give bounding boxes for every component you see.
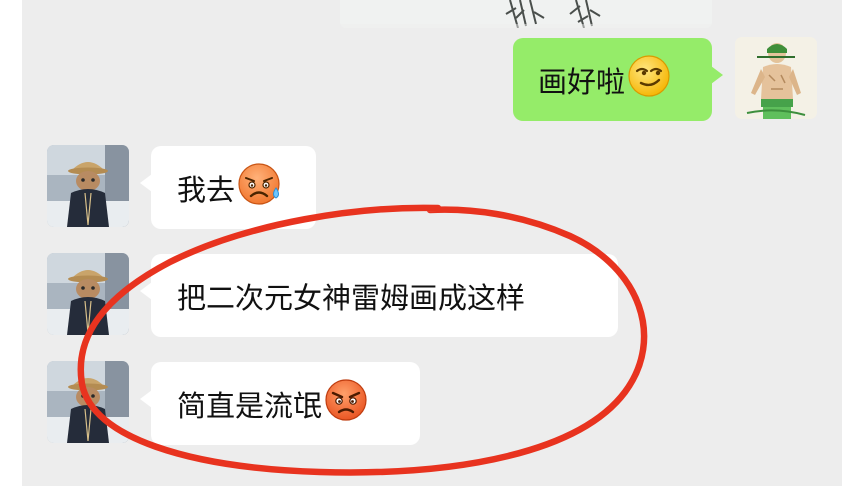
chat-message-list[interactable]: 画好啦 我去 把二次元女神雷姆画成这样 简直是流氓: [22, 0, 842, 486]
friend-avatar[interactable]: [47, 253, 129, 335]
angry-emoji: [324, 378, 368, 429]
cat-with-straw-hat-avatar: [47, 145, 129, 227]
bubble-tail: [140, 282, 152, 300]
chat-screen: 画好啦 我去 把二次元女神雷姆画成这样 简直是流氓: [0, 0, 864, 486]
friend-avatar[interactable]: [47, 145, 129, 227]
anguished-sweat-emoji: [237, 162, 283, 213]
incoming-message-bubble[interactable]: 把二次元女神雷姆画成这样: [140, 254, 618, 337]
friend-avatar[interactable]: [47, 361, 129, 443]
bubble-tail: [140, 174, 152, 192]
smirk-emoji: [627, 54, 671, 105]
bubble-tail: [711, 66, 723, 84]
incoming-message-bubble[interactable]: 我去: [140, 146, 316, 229]
swordsman-drawing-avatar: [735, 37, 817, 119]
sketch-image: [340, 0, 712, 28]
image-message[interactable]: [340, 0, 712, 28]
incoming-message-bubble[interactable]: 简直是流氓: [140, 362, 420, 445]
cat-with-straw-hat-avatar: [47, 361, 129, 443]
message-text: 把二次元女神雷姆画成这样: [177, 280, 526, 315]
cat-with-straw-hat-avatar: [47, 253, 129, 335]
bubble-tail: [140, 390, 152, 408]
message-text: 我去: [177, 172, 236, 207]
outgoing-message-bubble[interactable]: 画好啦: [513, 38, 723, 121]
message-text: 简直是流氓: [177, 388, 323, 423]
message-text: 画好啦: [538, 64, 626, 99]
my-avatar[interactable]: [735, 37, 817, 119]
